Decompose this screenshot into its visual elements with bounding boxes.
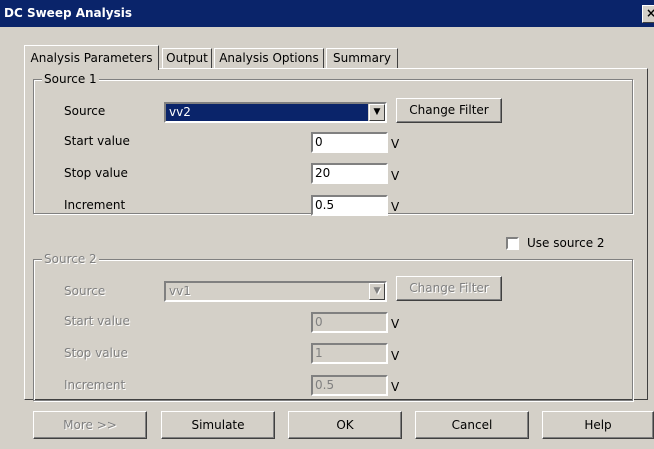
help-button[interactable]: Help — [542, 411, 654, 439]
more-button[interactable]: More >> — [33, 411, 147, 439]
tab-analysis-options[interactable]: Analysis Options — [214, 48, 324, 68]
source1-start-input[interactable]: 0 — [311, 132, 388, 153]
source1-start-unit: V — [391, 137, 400, 151]
source2-source-select[interactable]: vv1 ▼ — [164, 281, 387, 302]
source1-source-label: Source — [64, 104, 106, 118]
source2-change-filter-button[interactable]: Change Filter — [396, 276, 502, 301]
source1-source-value: vv2 — [166, 104, 368, 121]
source1-stop-unit: V — [391, 169, 400, 183]
source1-change-filter-button[interactable]: Change Filter — [396, 98, 502, 123]
title-bar: DC Sweep Analysis × — [0, 0, 654, 27]
source2-stop-input[interactable]: 1 — [311, 343, 388, 364]
chevron-down-icon[interactable]: ▼ — [369, 283, 385, 300]
cancel-button[interactable]: Cancel — [415, 411, 529, 439]
source2-start-label: Start value — [64, 314, 130, 328]
source2-group: Source 2 Source vv1 ▼ Change Filter Star… — [33, 252, 633, 401]
source1-legend: Source 1 — [42, 72, 99, 86]
source2-increment-input[interactable]: 0.5 — [311, 375, 388, 396]
source2-legend: Source 2 — [42, 252, 99, 266]
source1-increment-unit: V — [391, 200, 400, 214]
source2-increment-unit: V — [391, 380, 400, 394]
source1-increment-input[interactable]: 0.5 — [311, 195, 388, 216]
source1-stop-label: Stop value — [64, 166, 128, 180]
source1-source-select[interactable]: vv2 ▼ — [164, 102, 387, 123]
source2-stop-label: Stop value — [64, 346, 128, 360]
tab-analysis-parameters[interactable]: Analysis Parameters — [24, 45, 159, 70]
tab-output[interactable]: Output — [162, 48, 212, 68]
source1-increment-label: Increment — [64, 198, 126, 212]
source1-group: Source 1 Source vv2 ▼ Change Filter Star… — [33, 72, 633, 216]
source2-source-value: vv1 — [166, 283, 368, 300]
source1-start-label: Start value — [64, 134, 130, 148]
source2-start-input[interactable]: 0 — [311, 312, 388, 333]
simulate-button[interactable]: Simulate — [161, 411, 275, 439]
close-icon[interactable]: × — [642, 5, 654, 23]
use-source2-label[interactable]: Use source 2 — [527, 236, 605, 250]
source1-stop-input[interactable]: 20 — [311, 163, 388, 184]
source2-source-label: Source — [64, 284, 106, 298]
tab-summary[interactable]: Summary — [326, 48, 398, 68]
source2-increment-label: Increment — [64, 378, 126, 392]
window-title: DC Sweep Analysis — [4, 6, 132, 20]
use-source2-checkbox[interactable] — [506, 237, 519, 250]
source2-start-unit: V — [391, 317, 400, 331]
ok-button[interactable]: OK — [288, 411, 402, 439]
chevron-down-icon[interactable]: ▼ — [369, 104, 385, 121]
source2-stop-unit: V — [391, 349, 400, 363]
tab-panel: Source 1 Source vv2 ▼ Change Filter Star… — [24, 68, 648, 401]
